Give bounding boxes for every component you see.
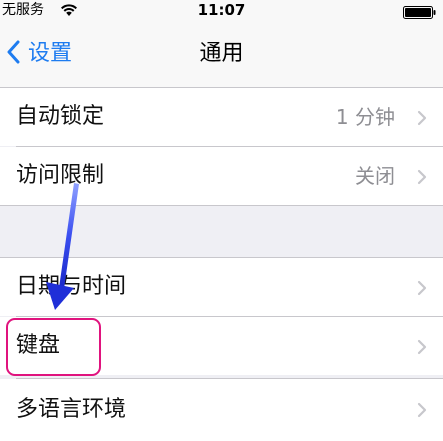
arrow-annotation-icon [46, 183, 79, 310]
